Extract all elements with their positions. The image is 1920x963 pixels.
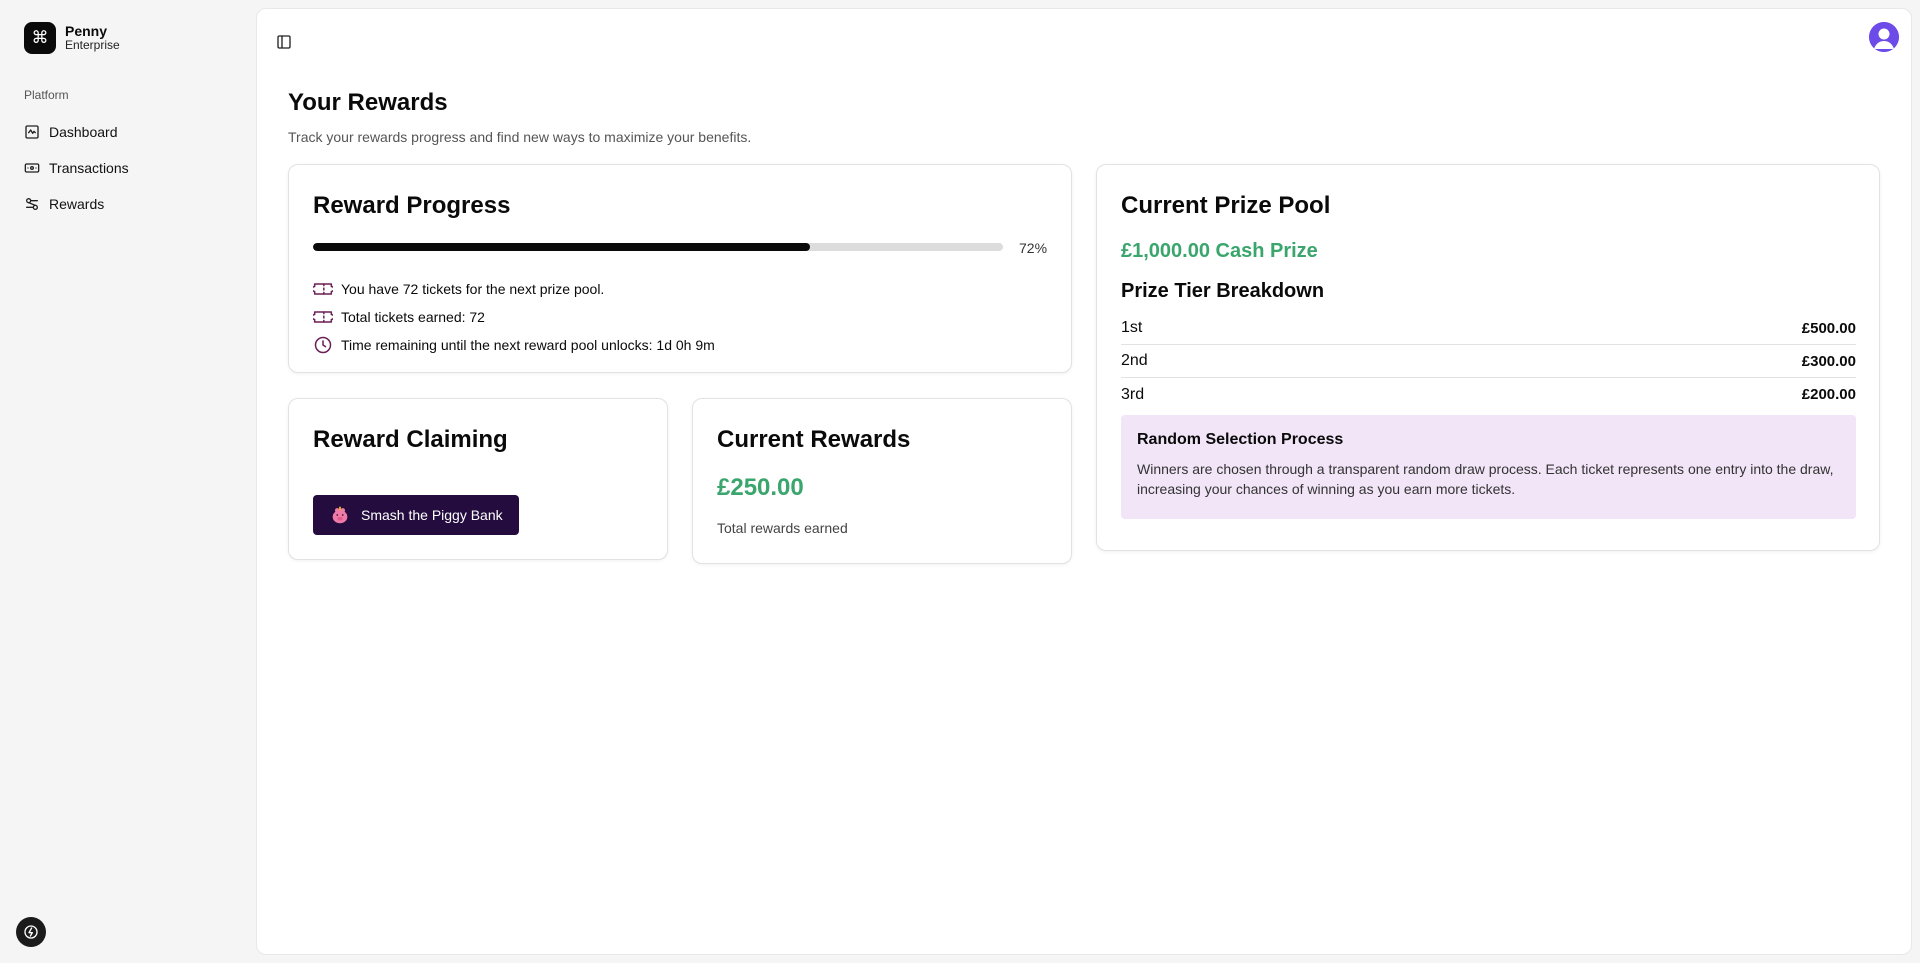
prize-tier-title: Prize Tier Breakdown [1121, 280, 1325, 302]
sidebar-item-label: Transactions [49, 160, 129, 176]
progress-line-text: You have 72 tickets for the next prize p… [341, 281, 605, 297]
command-logo-icon: ⌘ [24, 22, 56, 54]
table-row: 1st £500.00 [1121, 312, 1856, 345]
page-title: Your Rewards [288, 89, 448, 116]
sidebar-item-rewards[interactable]: Rewards [16, 186, 240, 222]
smash-piggy-bank-button[interactable]: Smash the Piggy Bank [313, 495, 519, 535]
tier-place: 2nd [1121, 352, 1148, 369]
piggy-bank-icon [329, 504, 351, 526]
current-rewards-label: Total rewards earned [717, 520, 848, 536]
table-row: 3rd £200.00 [1121, 378, 1856, 411]
progress-percent-label: 72% [1019, 240, 1048, 256]
brand-text: Penny Enterprise [65, 23, 120, 53]
tier-amount: £200.00 [1801, 386, 1856, 403]
panel-left-icon [277, 35, 291, 49]
cash-prize-amount: £1,000.00 Cash Prize [1121, 240, 1318, 262]
random-selection-info-box: Random Selection Process Winners are cho… [1121, 415, 1856, 519]
card-title: Reward Claiming [313, 426, 508, 453]
list-item: Time remaining until the next reward poo… [313, 331, 715, 359]
random-selection-text: Winners are chosen through a transparent… [1137, 461, 1834, 498]
card-title: Current Rewards [717, 426, 911, 453]
list-item: Total tickets earned: 72 [313, 303, 715, 331]
card-title: Reward Progress [313, 192, 511, 219]
list-item: You have 72 tickets for the next prize p… [313, 275, 715, 303]
progress-bar [313, 243, 1003, 251]
rewards-icon [25, 198, 38, 210]
clock-icon [314, 336, 332, 354]
sidebar: ⌘ Penny Enterprise Platform Dashboard Tr… [0, 0, 256, 963]
progress-bar-fill [313, 243, 810, 251]
table-row: 2nd £300.00 [1121, 345, 1856, 378]
sidebar-group-label: Platform [24, 88, 69, 102]
progress-info-list: You have 72 tickets for the next prize p… [313, 275, 715, 359]
lightning-icon [24, 925, 38, 939]
dashboard-icon [25, 125, 39, 139]
ticket-icon [313, 311, 333, 323]
prize-pool-card: Current Prize Pool £1,000.00 Cash Prize … [1096, 164, 1880, 551]
banknote-icon [24, 163, 40, 173]
current-rewards-amount: £250.00 [717, 474, 804, 501]
brand[interactable]: ⌘ Penny Enterprise [24, 22, 120, 54]
tier-place: 1st [1121, 319, 1143, 336]
sidebar-nav: Dashboard Transactions Rewards [16, 114, 240, 222]
random-selection-title: Random Selection Process [1137, 431, 1344, 448]
tier-amount: £500.00 [1801, 319, 1856, 337]
user-avatar[interactable] [1869, 22, 1899, 52]
reward-progress-card: Reward Progress 72% You have 72 tickets … [288, 164, 1072, 373]
tier-amount: £300.00 [1801, 352, 1856, 370]
brand-subtitle: Enterprise [65, 38, 120, 53]
prize-tier-list: 1st £500.00 2nd £300.00 3rd £200.00 [1121, 312, 1856, 411]
card-title: Current Prize Pool [1121, 192, 1331, 219]
sidebar-item-label: Rewards [49, 196, 105, 212]
ticket-icon [313, 283, 333, 295]
progress-line-text: Total tickets earned: 72 [341, 309, 485, 325]
claim-button-label: Smash the Piggy Bank [361, 507, 503, 523]
main-panel: Your Rewards Track your rewards progress… [256, 8, 1912, 955]
page-subtitle: Track your rewards progress and find new… [288, 129, 752, 145]
user-icon [1869, 22, 1899, 52]
reward-claiming-card: Reward Claiming Smash the Piggy Bank [288, 398, 668, 560]
sidebar-item-label: Dashboard [49, 124, 118, 140]
quick-action-button[interactable] [16, 917, 46, 947]
current-rewards-card: Current Rewards £250.00 Total rewards ea… [692, 398, 1072, 564]
sidebar-item-dashboard[interactable]: Dashboard [16, 114, 240, 150]
tier-place: 3rd [1121, 385, 1145, 403]
sidebar-item-transactions[interactable]: Transactions [16, 150, 240, 186]
progress-line-text: Time remaining until the next reward poo… [341, 337, 715, 353]
brand-name: Penny [65, 23, 108, 40]
sidebar-toggle-button[interactable] [273, 31, 295, 53]
